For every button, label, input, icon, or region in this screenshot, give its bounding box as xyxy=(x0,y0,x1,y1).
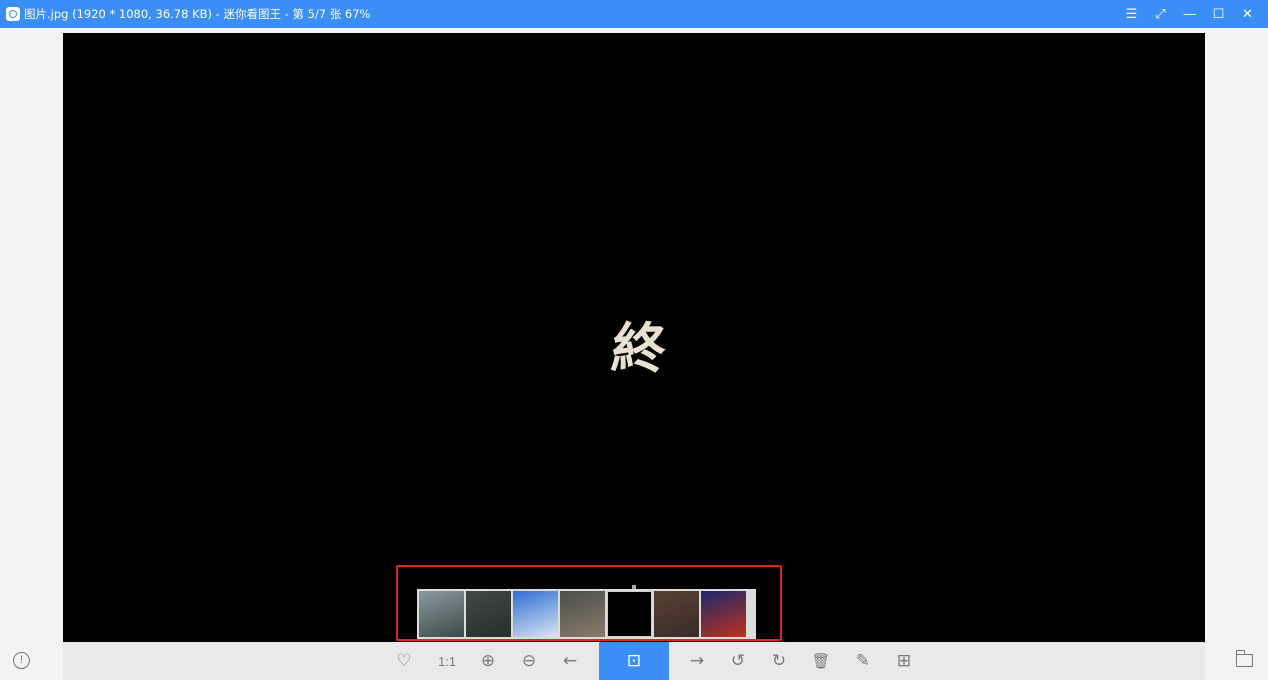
rotate-left-icon[interactable]: ↺ xyxy=(723,642,753,680)
slideshow-button[interactable]: ⊡ xyxy=(599,642,669,680)
window-title: 图片.jpg (1920 * 1080, 36.78 KB) - 迷你看图王 -… xyxy=(24,7,371,21)
zoom-out-icon[interactable]: ⊖ xyxy=(514,642,544,680)
actual-size-button[interactable]: 1:1 xyxy=(432,642,462,680)
info-icon[interactable]: ! xyxy=(13,652,30,669)
thumbnail-strip-highlight xyxy=(396,565,782,641)
minimize-icon[interactable]: — xyxy=(1175,0,1204,28)
menu-icon[interactable]: ☰ xyxy=(1117,0,1146,28)
maximize-icon[interactable]: ☐ xyxy=(1204,0,1233,28)
close-icon[interactable]: ✕ xyxy=(1233,0,1262,28)
zoom-in-icon[interactable]: ⊕ xyxy=(473,642,503,680)
favorite-icon[interactable]: ♡ xyxy=(389,642,419,680)
bottom-toolbar: ♡ 1:1 ⊕ ⊖ ← ⊡ → ↺ ↻ 🗑 ✎ ⊞ xyxy=(0,642,1268,680)
grid-view-icon[interactable]: ⊞ xyxy=(889,642,919,680)
fullscreen-icon[interactable]: ⤢ xyxy=(1146,0,1175,28)
previous-arrow-icon[interactable]: ← xyxy=(555,642,585,680)
folder-icon[interactable] xyxy=(1235,650,1253,667)
edit-icon[interactable]: ✎ xyxy=(848,642,878,680)
app-logo-icon xyxy=(6,7,20,21)
next-arrow-icon[interactable]: → xyxy=(682,642,712,680)
rotate-right-icon[interactable]: ↻ xyxy=(764,642,794,680)
window-controls: ☰ ⤢ — ☐ ✕ xyxy=(1117,0,1262,28)
image-calligraphy-glyph: 終 xyxy=(608,316,670,380)
title-bar: 图片.jpg (1920 * 1080, 36.78 KB) - 迷你看图王 -… xyxy=(0,0,1268,28)
delete-icon[interactable]: 🗑 xyxy=(806,642,836,680)
image-canvas[interactable]: 終 xyxy=(63,33,1205,642)
